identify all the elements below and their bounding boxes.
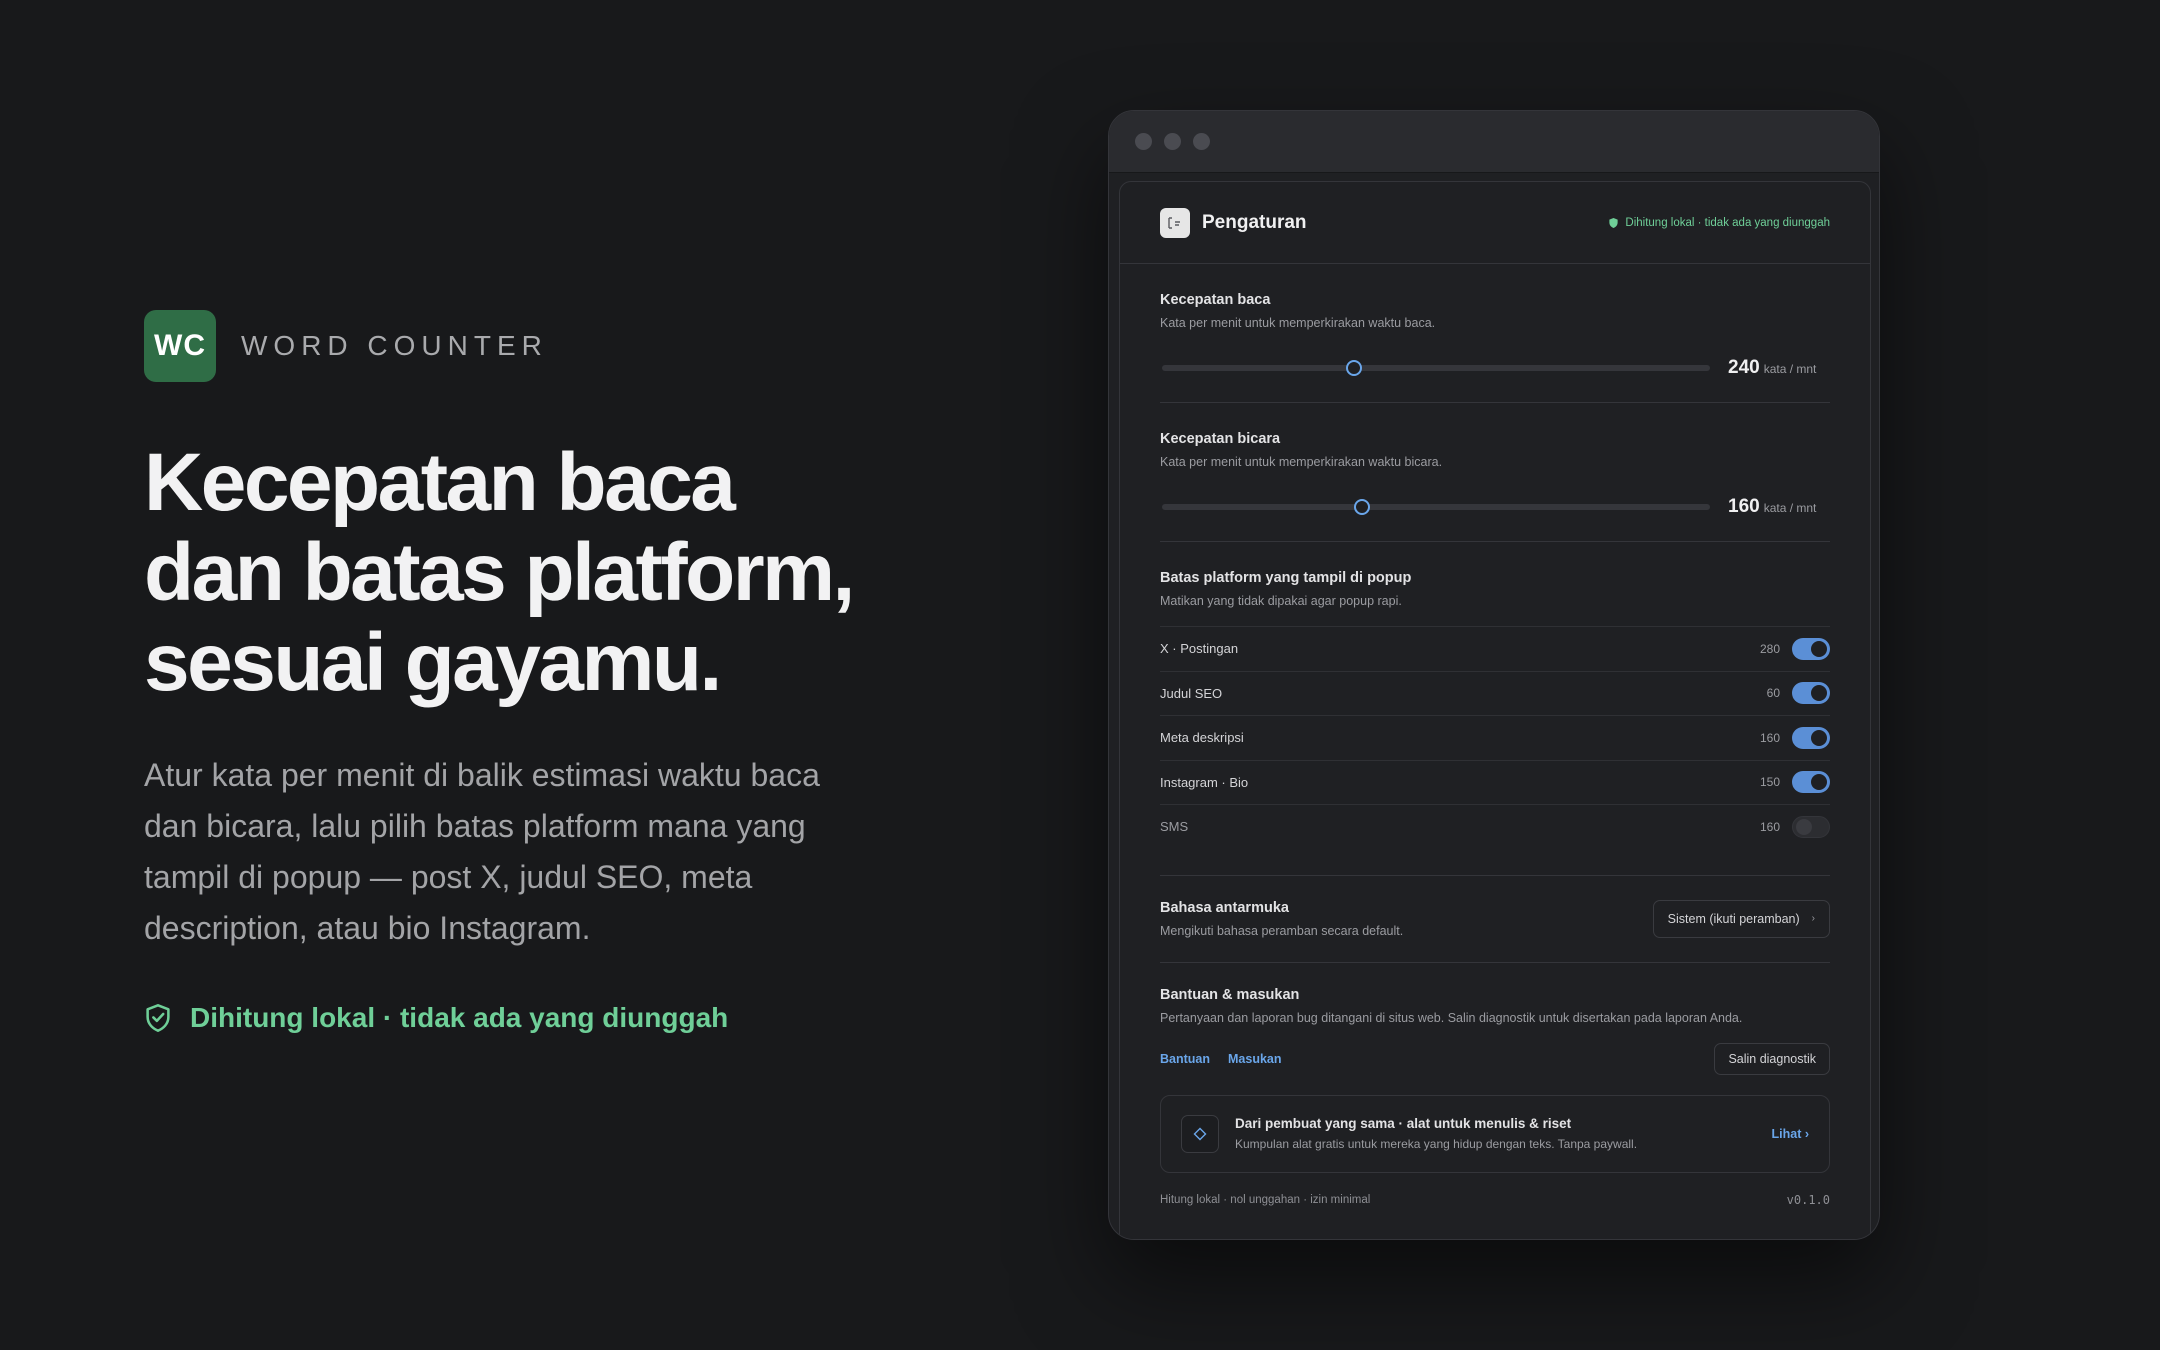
section-subtitle: Matikan yang tidak dipakai agar popup ra… (1160, 594, 1402, 608)
app-icon (1160, 207, 1190, 238)
copy-diagnostics-button[interactable]: Salin diagnostik (1714, 1042, 1830, 1075)
reading-speed-slider[interactable] (1162, 360, 1710, 376)
language-select[interactable]: Sistem (ikuti peramban) › (1652, 899, 1830, 938)
language-select-value: Sistem (ikuti peramban) (1667, 911, 1800, 926)
hero-title: Kecepatan baca dan batas platform, sesua… (144, 438, 924, 708)
local-status-text: Dihitung lokal · tidak ada yang diunggah (1625, 216, 1830, 229)
platform-toggle-seo-title[interactable] (1792, 682, 1830, 705)
hero-title-line: Kecepatan baca (144, 437, 736, 528)
promo-card[interactable]: Dari pembuat yang sama · alat untuk menu… (1160, 1094, 1830, 1173)
platform-toggle-x[interactable] (1792, 637, 1830, 660)
platform-label: Instagram · Bio (1160, 774, 1249, 790)
hero-title-line: dan batas platform, (144, 527, 855, 618)
promo-subtitle: Kumpulan alat gratis untuk mereka yang h… (1235, 1137, 1638, 1151)
hero-description-line: dan bicara, lalu pilih batas platform ma… (144, 808, 806, 844)
speaking-speed-slider[interactable] (1162, 499, 1710, 515)
window-titlebar (1109, 111, 1879, 173)
slider-thumb[interactable] (1345, 360, 1362, 376)
brand: WC WORD COUNTER (144, 310, 924, 382)
brand-name: WORD COUNTER (241, 330, 548, 361)
platform-limit: 280 (1759, 641, 1780, 656)
platform-toggle-instagram-bio[interactable] (1792, 771, 1830, 794)
counter-icon (1168, 216, 1180, 229)
platform-limit: 60 (1766, 686, 1780, 701)
feedback-link[interactable]: Masukan (1228, 1052, 1282, 1066)
privacy-badge: Dihitung lokal · tidak ada yang diunggah (144, 1002, 924, 1034)
platform-limits-section: Batas platform yang tampil di popup Mati… (1160, 542, 1830, 876)
platform-toggle-sms[interactable] (1792, 815, 1830, 838)
hero-description-line: Atur kata per menit di balik estimasi wa… (144, 757, 820, 793)
window-zoom-dot[interactable] (1193, 133, 1210, 150)
hero-description-line: description, atau bio Instagram. (144, 910, 591, 946)
help-link[interactable]: Bantuan (1160, 1052, 1210, 1066)
footer-note: Hitung lokal · nol unggahan · izin minim… (1160, 1193, 1371, 1206)
reading-speed-section: Kecepatan baca Kata per menit untuk memp… (1160, 264, 1830, 403)
version-label: v0.1.0 (1786, 1192, 1830, 1207)
hero-title-line: sesuai gayamu. (144, 617, 722, 708)
settings-footer: Hitung lokal · nol unggahan · izin minim… (1160, 1193, 1830, 1207)
platform-list: X · Postingan 280 Judul SEO 60 Meta desk… (1160, 626, 1830, 849)
settings-panel: Pengaturan Dihitung lokal · tidak ada ya… (1119, 181, 1871, 1239)
chevron-right-icon: › (1811, 913, 1815, 924)
privacy-badge-text: Dihitung lokal · tidak ada yang diunggah (190, 1002, 729, 1033)
hero-section: WC WORD COUNTER Kecepatan baca dan batas… (144, 310, 924, 1034)
speaking-speed-unit: kata / mnt (1763, 501, 1817, 515)
speaking-speed-value: 160 (1728, 496, 1760, 517)
hero-description: Atur kata per menit di balik estimasi wa… (144, 750, 884, 954)
promo-title: Dari pembuat yang sama · alat untuk menu… (1235, 1116, 1572, 1131)
platform-row-instagram-bio: Instagram · Bio 150 (1160, 759, 1830, 805)
settings-header: Pengaturan Dihitung lokal · tidak ada ya… (1120, 182, 1870, 264)
window-minimize-dot[interactable] (1164, 133, 1181, 150)
section-subtitle: Pertanyaan dan laporan bug ditangani di … (1160, 1010, 1743, 1025)
platform-label: Meta deskripsi (1160, 730, 1244, 746)
section-subtitle: Mengikuti bahasa peramban secara default… (1160, 923, 1404, 938)
platform-row-sms: SMS 160 (1160, 804, 1830, 849)
section-subtitle: Kata per menit untuk memperkirakan waktu… (1160, 316, 1436, 330)
app-window: Pengaturan Dihitung lokal · tidak ada ya… (1108, 110, 1880, 1240)
platform-limit: 150 (1759, 775, 1780, 790)
platform-limit: 160 (1759, 819, 1780, 834)
platform-row-meta-description: Meta deskripsi 160 (1160, 715, 1830, 760)
section-title: Kecepatan baca (1160, 292, 1271, 308)
local-status: Dihitung lokal · tidak ada yang diunggah (1608, 217, 1830, 229)
hero-description-line: tampil di popup — post X, judul SEO, met… (144, 859, 753, 895)
section-title: Bantuan & masukan (1160, 986, 1300, 1003)
diamond-icon (1181, 1114, 1219, 1153)
platform-label: X · Postingan (1160, 641, 1239, 657)
brand-logo: WC (144, 310, 216, 382)
section-title: Kecepatan bicara (1160, 431, 1281, 447)
shield-check-icon (146, 1004, 170, 1032)
platform-label: SMS (1160, 819, 1189, 835)
section-title: Batas platform yang tampil di popup (1160, 570, 1412, 586)
platform-limit: 160 (1759, 730, 1780, 745)
help-section: Bantuan & masukan Pertanyaan dan laporan… (1160, 963, 1830, 1207)
section-title: Bahasa antarmuka (1160, 899, 1289, 916)
window-close-dot[interactable] (1135, 133, 1152, 150)
reading-speed-value: 240 (1728, 357, 1760, 378)
platform-label: Judul SEO (1160, 685, 1223, 701)
platform-row-seo-title: Judul SEO 60 (1160, 670, 1830, 716)
slider-thumb[interactable] (1354, 499, 1371, 515)
speaking-speed-section: Kecepatan bicara Kata per menit untuk me… (1160, 403, 1830, 542)
language-section: Bahasa antarmuka Mengikuti bahasa peramb… (1160, 876, 1830, 963)
reading-speed-unit: kata / mnt (1763, 362, 1817, 376)
promo-view-link[interactable]: Lihat › (1772, 1127, 1810, 1141)
platform-row-x: X · Postingan 280 (1160, 626, 1830, 671)
shield-icon (1609, 217, 1619, 228)
platform-toggle-meta-description[interactable] (1792, 726, 1830, 749)
section-subtitle: Kata per menit untuk memperkirakan waktu… (1160, 455, 1443, 469)
settings-title: Pengaturan (1202, 211, 1307, 233)
